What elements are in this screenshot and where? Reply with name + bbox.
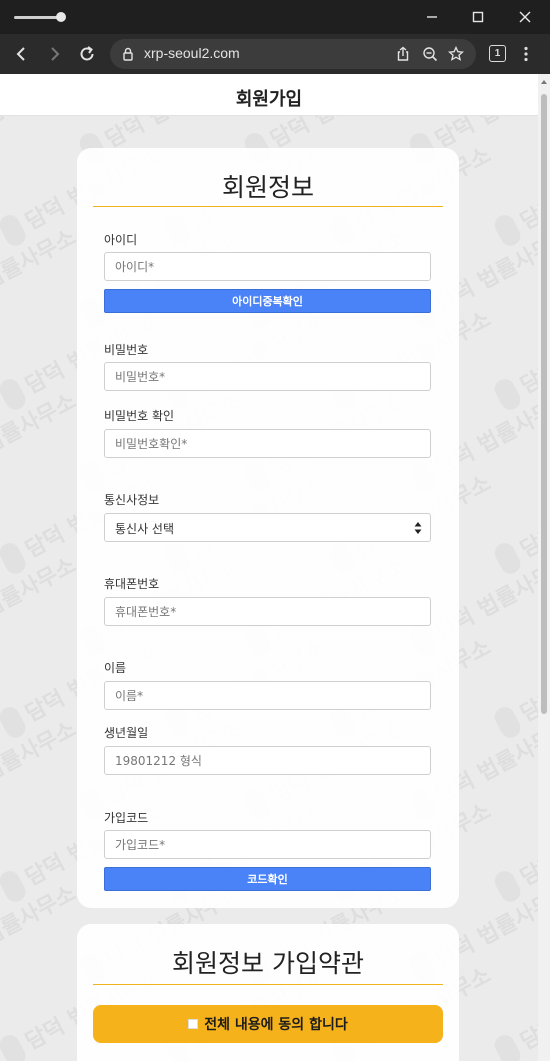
watermark-tile: 담덕 법률사무소 — [494, 963, 538, 1061]
watermark-tile: 담덕 법률사무소 — [494, 799, 538, 902]
watermark-text: 담덕 법률사무소 — [0, 881, 80, 973]
tab-count-icon[interactable]: 1 — [489, 45, 506, 62]
page-viewport: 담덕 법률사무소담덕 법률사무소담덕 법률사무소담덕 법률사무소담덕 법률사무소… — [0, 74, 538, 1061]
birth-input[interactable] — [104, 746, 431, 775]
id-label: 아이디 — [104, 233, 138, 247]
watermark-logo-badge — [0, 543, 26, 574]
bookmark-icon[interactable] — [447, 45, 465, 63]
site-info-icon[interactable] — [119, 45, 137, 63]
birth-label: 생년월일 — [104, 726, 149, 740]
terms-divider — [93, 984, 443, 985]
back-icon[interactable] — [10, 42, 34, 66]
watermark-tile: 담덕 법률사무소 — [0, 143, 1, 235]
watermark-tile: 담덕 법률사무소 — [494, 635, 538, 738]
minimize-icon[interactable] — [421, 6, 443, 28]
menu-icon[interactable] — [521, 44, 531, 64]
watermark-tile: 담덕 법률사무소 — [0, 635, 1, 727]
watermark-logo-badge — [494, 543, 521, 574]
tab-strip-slider[interactable] — [14, 12, 66, 22]
watermark-tile: 담덕 법률사무소 — [494, 471, 538, 574]
watermark-tile: 담덕 법률사무소 — [494, 307, 538, 410]
member-info-card: 회원정보 아이디 아이디중복확인 비밀번호 비밀번호 확인 통신사정보 통신사 … — [77, 148, 459, 908]
scroll-up-icon[interactable] — [541, 80, 547, 84]
close-icon[interactable] — [514, 6, 536, 28]
watermark-tile: 담덕 법률사무소 — [0, 881, 80, 973]
title-divider — [93, 206, 443, 207]
page-header: 회원가입 — [0, 74, 538, 116]
agree-all-checkbox[interactable] — [188, 1019, 199, 1029]
watermark-logo-badge — [0, 379, 26, 410]
watermark-tile: 담덕 법률사무소 — [0, 717, 80, 809]
share-icon[interactable] — [394, 45, 412, 63]
zoom-out-icon[interactable] — [421, 45, 439, 63]
terms-title: 회원정보 가입약관 — [172, 949, 364, 978]
watermark-logo-badge — [494, 871, 521, 902]
password-confirm-input[interactable] — [104, 429, 431, 458]
agree-all-button[interactable]: 전체 내용에 동의 합니다 — [93, 1005, 443, 1043]
page-scrollbar[interactable] — [538, 74, 550, 1061]
password-confirm-label: 비밀번호 확인 — [104, 409, 175, 423]
name-input[interactable] — [104, 681, 431, 710]
watermark-tile: 담덕 법률사무소 — [494, 143, 538, 246]
watermark-text: 담덕 법률사무소 — [517, 471, 538, 563]
watermark-logo-badge — [0, 707, 26, 738]
watermark-logo-badge — [494, 379, 521, 410]
watermark-text: 담덕 법률사무소 — [0, 717, 80, 809]
watermark-logo-badge — [494, 215, 521, 246]
signup-code-label: 가입코드 — [104, 811, 149, 825]
agree-all-label: 전체 내용에 동의 합니다 — [204, 1017, 348, 1033]
watermark-text: 담덕 법률사무소 — [517, 307, 538, 399]
watermark-logo-badge — [0, 871, 26, 902]
watermark-logo-badge — [494, 1035, 521, 1061]
terms-card: 회원정보 가입약관 전체 내용에 동의 합니다 — [77, 924, 459, 1061]
phone-label: 휴대폰번호 — [104, 577, 160, 591]
watermark-text: 담덕 법률사무소 — [0, 553, 80, 645]
watermark-text: 담덕 법률사무소 — [517, 143, 538, 235]
phone-input[interactable] — [104, 597, 431, 626]
password-input[interactable] — [104, 362, 431, 391]
watermark-text: 담덕 법률사무소 — [517, 635, 538, 727]
carrier-selected-value: 통신사 선택 — [115, 522, 175, 536]
watermark-logo-badge — [494, 707, 521, 738]
id-input[interactable] — [104, 252, 431, 281]
carrier-label: 통신사정보 — [104, 493, 160, 507]
watermark-text: 담덕 법률사무소 — [517, 963, 538, 1055]
signup-code-input[interactable] — [104, 830, 431, 859]
watermark-tile: 담덕 법률사무소 — [0, 963, 1, 1055]
browser-toolbar: xrp-seoul2.com 1 — [0, 34, 550, 74]
carrier-select[interactable]: 통신사 선택 — [104, 513, 431, 542]
forward-icon[interactable] — [42, 42, 66, 66]
watermark-logo-badge — [0, 1035, 26, 1061]
watermark-tile: 담덕 법률사무소 — [0, 307, 1, 399]
browser-titlebar — [0, 0, 550, 34]
maximize-icon[interactable] — [467, 6, 489, 28]
slider-knob[interactable] — [56, 12, 66, 22]
watermark-text: 담덕 법률사무소 — [0, 225, 80, 317]
watermark-text: 담덕 법률사무소 — [517, 799, 538, 891]
reload-icon[interactable] — [75, 42, 99, 66]
select-arrows-icon — [414, 522, 422, 534]
member-info-title: 회원정보 — [221, 173, 314, 202]
watermark-logo-badge — [0, 215, 26, 246]
scrollbar-thumb[interactable] — [541, 94, 547, 714]
watermark-tile: 담덕 법률사무소 — [0, 553, 80, 645]
watermark-tile: 담덕 법률사무소 — [0, 225, 80, 317]
page-title: 회원가입 — [235, 89, 303, 110]
watermark-tile: 담덕 법률사무소 — [0, 799, 1, 891]
code-check-button[interactable]: 코드확인 — [104, 867, 431, 891]
watermark-tile: 담덕 법률사무소 — [0, 471, 1, 563]
url-text[interactable]: xrp-seoul2.com — [144, 45, 240, 61]
name-label: 이름 — [104, 661, 127, 675]
password-label: 비밀번호 — [104, 343, 149, 357]
address-bar[interactable]: xrp-seoul2.com — [110, 39, 476, 69]
watermark-text: 담덕 법률사무소 — [0, 389, 80, 481]
id-duplicate-check-button[interactable]: 아이디중복확인 — [104, 289, 431, 313]
watermark-tile: 담덕 법률사무소 — [0, 389, 80, 481]
